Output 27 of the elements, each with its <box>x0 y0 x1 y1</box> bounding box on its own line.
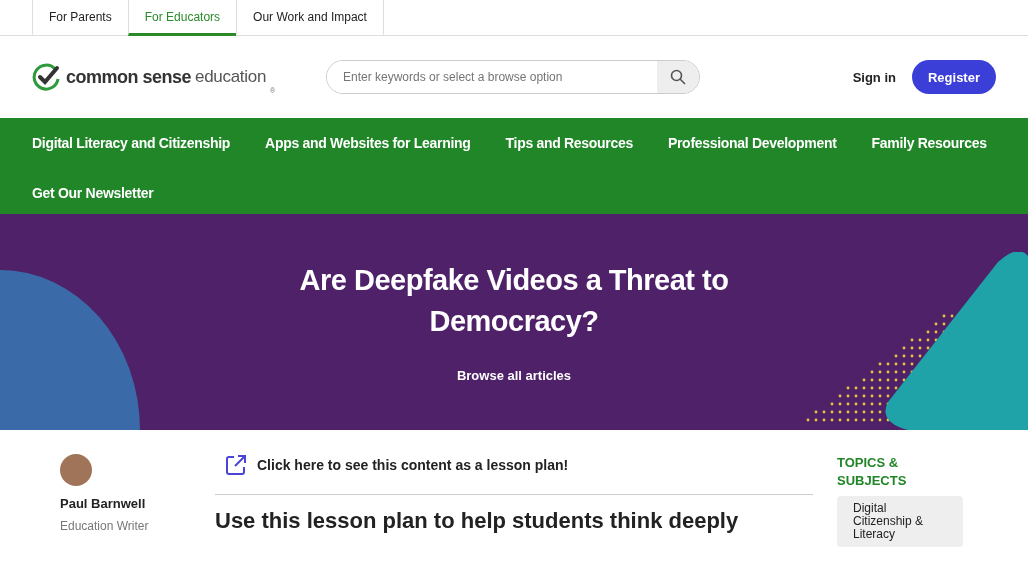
topic-tag[interactable]: Digital Citizenship & Literacy <box>837 496 963 547</box>
checkmark-logo-icon <box>32 63 62 91</box>
external-link-icon <box>225 454 247 476</box>
register-button[interactable]: Register <box>911 60 996 94</box>
logo-text[interactable]: common sense <box>66 66 192 88</box>
topics-heading: TOPICS & SUBJECTS <box>837 454 908 490</box>
nav-link[interactable]: Professional Development <box>667 118 837 168</box>
nav-link[interactable]: Tips and Resources <box>505 118 633 168</box>
audience-tab[interactable]: For Educators <box>127 0 237 36</box>
search-button[interactable] <box>657 61 699 93</box>
author-role: Education Writer <box>60 519 150 533</box>
audience-tab[interactable]: Our Work and Impact <box>236 0 384 36</box>
section-heading: Use this lesson plan to help students think deeply <box>215 507 740 535</box>
nav-link[interactable]: Family Resources <box>871 118 987 168</box>
nav-link[interactable]: Apps and Websites for Learning <box>265 118 471 168</box>
audience-tab[interactable]: For Parents <box>32 0 128 36</box>
article-title: Are Deepfake Videos a Threat to Democracy? <box>298 263 730 339</box>
sign-in-link[interactable]: Sign in <box>852 69 896 85</box>
browse-articles-link[interactable]: Browse all articles <box>456 368 572 383</box>
author-avatar <box>60 454 92 486</box>
lesson-plan-link[interactable]: Click here to see this content as a lesson plan! <box>215 454 813 495</box>
nav-link[interactable]: Get Our Newsletter <box>32 168 154 218</box>
search-field[interactable]: Enter keywords or select a browse option <box>326 60 700 94</box>
logo-text[interactable]: education <box>195 67 267 87</box>
author-name[interactable]: Paul Barnwell <box>60 496 215 511</box>
nav-link[interactable]: Digital Literacy and Citizenship <box>32 118 231 168</box>
search-icon <box>670 69 686 85</box>
